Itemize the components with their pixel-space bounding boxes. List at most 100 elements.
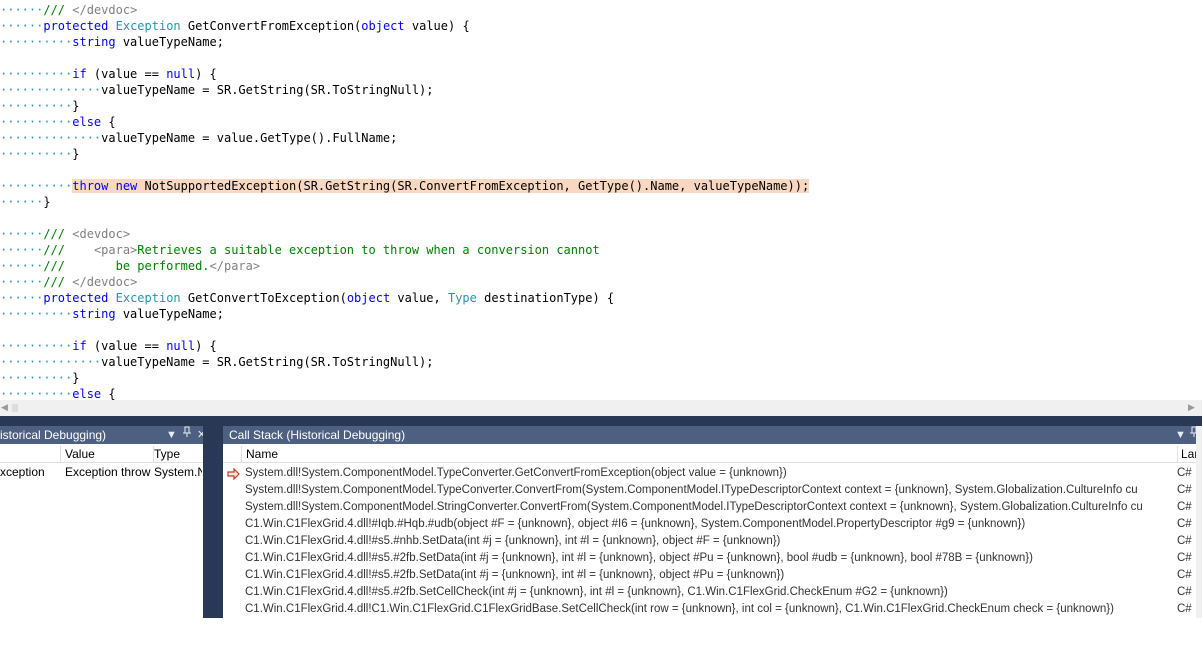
code-line[interactable]: ··········} bbox=[0, 146, 79, 162]
code-token: { bbox=[101, 115, 116, 129]
code-token: /// be performed. bbox=[43, 259, 210, 273]
code-line[interactable]: ··············valueTypeName = SR.GetStri… bbox=[0, 82, 434, 98]
indent-guide-dots: ·········· bbox=[0, 147, 73, 161]
indent-guide-dots: ·········· bbox=[0, 339, 73, 353]
code-token: </devdoc> bbox=[72, 3, 138, 17]
code-token: <para> bbox=[93, 243, 138, 257]
locals-panel-titlebar[interactable]: istorical Debugging) ▼ ✕ bbox=[0, 426, 203, 444]
code-token: valueTypeName = SR.GetString(SR.ToString… bbox=[101, 83, 434, 97]
code-editor[interactable]: ······/// </devdoc> ······protected Excep… bbox=[0, 0, 1202, 400]
code-line[interactable]: ······} bbox=[0, 194, 51, 210]
code-token: ) { bbox=[195, 339, 217, 353]
indent-guide-dots: ·········· bbox=[0, 99, 73, 113]
locals-name-column-header[interactable] bbox=[0, 446, 61, 463]
callstack-name-column-header[interactable]: Name bbox=[242, 446, 1178, 463]
code-line[interactable]: ······/// </devdoc> bbox=[0, 274, 137, 290]
code-line[interactable]: ··········} bbox=[0, 370, 79, 386]
code-line[interactable]: ······protected Exception GetConvertFrom… bbox=[0, 18, 470, 34]
code-line[interactable]: ··········throw new NotSupportedExceptio… bbox=[0, 178, 810, 194]
code-line[interactable]: ······/// <devdoc> bbox=[0, 226, 130, 242]
chevron-down-icon[interactable]: ▼ bbox=[1175, 426, 1186, 444]
highlighted-statement: throw new NotSupportedException(SR.GetSt… bbox=[72, 179, 810, 193]
callstack-row[interactable]: System.dll!System.ComponentModel.TypeCon… bbox=[223, 465, 1192, 482]
code-line[interactable]: ··········if (value == null) { bbox=[0, 66, 217, 82]
callstack-row[interactable]: System.dll!System.ComponentModel.TypeCon… bbox=[223, 482, 1192, 499]
code-line[interactable]: ··········if (value == null) { bbox=[0, 338, 217, 354]
code-line[interactable]: ······/// be performed.</para> bbox=[0, 258, 260, 274]
indent-guide-dots: ·········· bbox=[0, 387, 73, 400]
indent-guide-dots: ·············· bbox=[0, 355, 102, 369]
code-token: /// bbox=[43, 275, 73, 289]
callstack-panel-title: Call Stack (Historical Debugging) bbox=[229, 428, 406, 442]
indent-guide-dots: ·············· bbox=[0, 131, 102, 145]
callstack-frame-language: C# bbox=[1177, 484, 1192, 496]
indent-guide-dots: ······ bbox=[0, 275, 44, 289]
code-line[interactable]: ··············valueTypeName = SR.GetStri… bbox=[0, 354, 434, 370]
code-text: string valueTypeName; bbox=[72, 35, 224, 49]
callstack-row[interactable]: C1.Win.C1FlexGrid.4.dll!#s5.#nhb.SetData… bbox=[223, 533, 1192, 550]
code-text: valueTypeName = SR.GetString(SR.ToString… bbox=[101, 83, 433, 97]
code-text: valueTypeName = value.GetType().FullName… bbox=[101, 131, 397, 145]
code-token: string bbox=[72, 307, 116, 321]
callstack-row[interactable]: System.dll!System.ComponentModel.StringC… bbox=[223, 499, 1192, 516]
code-line[interactable]: ··············valueTypeName = value.GetT… bbox=[0, 130, 397, 146]
code-text: else { bbox=[72, 387, 115, 400]
code-text: /// </devdoc> bbox=[43, 3, 137, 17]
code-token: } bbox=[72, 147, 80, 161]
locals-panel: istorical Debugging) ▼ ✕ Value Type xcep… bbox=[0, 426, 203, 618]
callstack-row-gutter bbox=[223, 465, 241, 482]
callstack-frame-name: C1.Win.C1FlexGrid.4.dll!#s5.#2fb.SetData… bbox=[245, 569, 785, 581]
indent-guide-dots: ······ bbox=[0, 259, 44, 273]
code-line[interactable]: ··········string valueTypeName; bbox=[0, 306, 224, 322]
code-text: /// <devdoc> bbox=[43, 227, 130, 241]
locals-row-value: Exception throw bbox=[65, 465, 151, 479]
callstack-row[interactable]: C1.Win.C1FlexGrid.4.dll!#s5.#2fb.SetCell… bbox=[223, 584, 1192, 601]
code-token: (value == bbox=[86, 67, 167, 81]
code-text: } bbox=[43, 195, 50, 209]
code-token: ) { bbox=[195, 67, 217, 81]
code-token: valueTypeName; bbox=[115, 35, 224, 49]
code-line[interactable]: ······protected Exception GetConvertToEx… bbox=[0, 290, 614, 306]
scrollbar-thumb[interactable] bbox=[12, 404, 18, 412]
callstack-frame-language: C# bbox=[1177, 552, 1192, 564]
code-token: } bbox=[43, 195, 51, 209]
callstack-frame-language: C# bbox=[1177, 535, 1192, 547]
code-token: (value == bbox=[86, 339, 167, 353]
callstack-row-gutter bbox=[223, 533, 241, 550]
callstack-panel-titlebar[interactable]: Call Stack (Historical Debugging) ▼ bbox=[223, 426, 1202, 444]
pin-icon[interactable] bbox=[182, 426, 192, 444]
code-line[interactable]: ··········else { bbox=[0, 386, 116, 400]
code-line[interactable]: ··········string valueTypeName; bbox=[0, 34, 224, 50]
code-token: else bbox=[72, 387, 102, 400]
code-text: protected Exception GetConvertToExceptio… bbox=[43, 291, 614, 305]
editor-horizontal-scrollbar[interactable]: ◀ ▶ bbox=[0, 400, 1202, 416]
code-token: if bbox=[72, 67, 87, 81]
code-token: valueTypeName = SR.GetString(SR.ToString… bbox=[101, 355, 434, 369]
code-line[interactable]: ······/// <para>Retrieves a suitable exc… bbox=[0, 242, 600, 258]
callstack-row[interactable]: C1.Win.C1FlexGrid.4.dll!#s5.#2fb.SetData… bbox=[223, 567, 1192, 584]
code-line[interactable]: ··········else { bbox=[0, 114, 116, 130]
code-line[interactable]: ··········} bbox=[0, 98, 79, 114]
locals-value-column-header[interactable]: Value bbox=[61, 446, 154, 463]
callstack-frame-language: C# bbox=[1177, 586, 1192, 598]
locals-type-column-header[interactable]: Type bbox=[150, 446, 203, 463]
indent-guide-dots: ······ bbox=[0, 291, 44, 305]
code-text: /// </devdoc> bbox=[43, 275, 137, 289]
indent-guide-dots: ······ bbox=[0, 3, 44, 17]
callstack-row[interactable]: C1.Win.C1FlexGrid.4.dll!#s5.#2fb.SetData… bbox=[223, 550, 1192, 567]
indent-guide-dots: ·············· bbox=[0, 83, 102, 97]
chevron-down-icon[interactable]: ▼ bbox=[166, 426, 177, 444]
code-token: GetConvertToException( bbox=[180, 291, 347, 305]
code-text: if (value == null) { bbox=[72, 339, 217, 353]
callstack-row-gutter bbox=[223, 516, 241, 533]
callstack-row[interactable]: C1.Win.C1FlexGrid.4.dll!C1.Win.C1FlexGri… bbox=[223, 601, 1192, 618]
code-token: protected bbox=[43, 291, 109, 305]
code-text: } bbox=[72, 371, 79, 385]
scroll-right-icon[interactable]: ▶ bbox=[1188, 400, 1195, 416]
callstack-row[interactable]: C1.Win.C1FlexGrid.4.dll!#Iqb.#Hqb.#udb(o… bbox=[223, 516, 1192, 533]
code-token: <devdoc> bbox=[72, 227, 131, 241]
scroll-left-icon[interactable]: ◀ bbox=[1, 400, 8, 416]
callstack-frame-name: System.dll!System.ComponentModel.StringC… bbox=[245, 501, 1143, 513]
code-line[interactable]: ······/// </devdoc> bbox=[0, 2, 137, 18]
